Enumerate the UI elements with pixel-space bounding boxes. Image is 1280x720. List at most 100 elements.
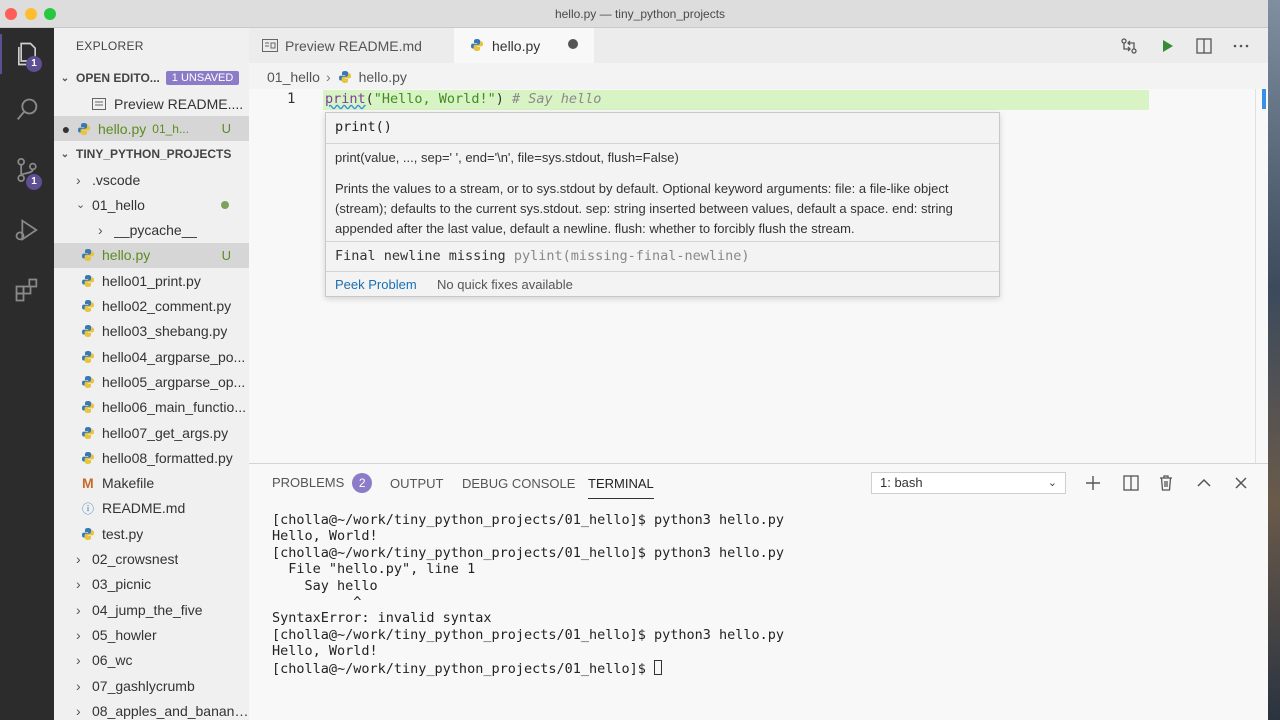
editor-scrollbar[interactable]: [1255, 89, 1256, 463]
tree-folder[interactable]: › 04_jump_the_five: [54, 597, 249, 622]
breadcrumb: 01_hello › hello.py: [267, 69, 407, 85]
chevron-down-icon: ⌄: [60, 72, 70, 84]
python-file-icon: [82, 527, 94, 540]
python-file-icon: [82, 350, 94, 363]
chevron-right-icon: ›: [76, 652, 81, 669]
chevron-down-icon: ⌄: [1047, 477, 1057, 489]
tab-problems[interactable]: PROBLEMS 2: [272, 473, 373, 493]
tab-output[interactable]: OUTPUT: [390, 476, 443, 491]
terminal-line: Say hello: [272, 577, 378, 594]
tree-file[interactable]: test.py: [54, 521, 249, 546]
extensions-icon: [15, 278, 38, 302]
peek-problem-link[interactable]: Peek Problem: [335, 277, 417, 292]
tree-file[interactable]: hello01_print.py: [54, 268, 249, 293]
tree-folder[interactable]: › 03_picnic: [54, 572, 249, 597]
tree-folder[interactable]: ⌄ 01_hello: [54, 192, 249, 217]
tab-label: hello.py: [492, 37, 541, 54]
tree-folder[interactable]: › 08_apples_and_bananas: [54, 698, 249, 720]
breadcrumb-folder[interactable]: 01_hello: [267, 69, 320, 85]
problem-message: Final newline missing pylint(missing-fin…: [335, 248, 750, 264]
chevron-down-icon: ⌄: [76, 199, 86, 212]
tree-folder[interactable]: › 07_gashlycrumb: [54, 673, 249, 698]
debug-icon: [15, 219, 38, 241]
preview-icon: [262, 39, 278, 52]
python-file-icon: [82, 401, 94, 414]
terminal-line: SyntaxError: invalid syntax: [272, 610, 492, 627]
tree-file[interactable]: hello07_get_args.py: [54, 420, 249, 445]
tree-item-label: 06_wc: [92, 652, 133, 669]
hover-signature: print(): [335, 119, 392, 135]
tree-file[interactable]: ⓘ README.md: [54, 496, 249, 521]
new-terminal-icon[interactable]: [1084, 474, 1102, 492]
tab-preview-readme[interactable]: Preview README.md: [249, 28, 454, 63]
tree-file[interactable]: hello04_argparse_po...: [54, 344, 249, 369]
open-editor-item[interactable]: ● hello.py 01_h... U: [54, 116, 249, 141]
trash-icon[interactable]: [1157, 474, 1175, 492]
chevron-up-icon[interactable]: [1195, 474, 1213, 492]
tree-file[interactable]: hello06_main_functio...: [54, 395, 249, 420]
editor-tab-bar: Preview README.md hello.py: [249, 28, 1268, 63]
terminal-line: [cholla@~/work/tiny_python_projects/01_h…: [272, 512, 785, 528]
open-editors-label: OPEN EDITO...: [76, 71, 160, 85]
tab-hello-py[interactable]: hello.py: [454, 28, 594, 63]
tree-item-label: 05_howler: [92, 626, 157, 643]
hover-widget: print() print(value, ..., sep=' ', end='…: [325, 112, 1000, 297]
chevron-right-icon: ›: [98, 222, 103, 239]
terminal-select-value: 1: bash: [880, 475, 923, 490]
terminal-output[interactable]: [cholla@~/work/tiny_python_projects/01_h…: [272, 512, 784, 677]
tree-file[interactable]: M Makefile: [54, 471, 249, 496]
tree-folder[interactable]: › __pycache__: [54, 218, 249, 243]
unsaved-dot-icon[interactable]: ●: [54, 121, 78, 137]
tree-folder[interactable]: › 02_crowsnest: [54, 547, 249, 572]
project-header[interactable]: ⌄ TINY_PYTHON_PROJECTS: [54, 142, 249, 166]
terminal-prompt: [cholla@~/work/tiny_python_projects/01_h…: [272, 660, 655, 677]
unsaved-dot-icon[interactable]: [568, 39, 578, 49]
tree-item-label: Makefile: [102, 475, 155, 492]
extensions-activity-button[interactable]: [0, 266, 54, 314]
tab-terminal[interactable]: TERMINAL: [588, 476, 654, 499]
more-actions-icon[interactable]: [1232, 37, 1250, 55]
untracked-status: U: [221, 121, 231, 136]
tree-folder[interactable]: › .vscode: [54, 167, 249, 192]
terminal-line: File "hello.py", line 1: [272, 561, 476, 578]
run-debug-activity-button[interactable]: [0, 206, 54, 254]
terminal-prompt-line: [cholla@~/work/tiny_python_projects/01_h…: [272, 659, 784, 677]
split-terminal-icon[interactable]: [1122, 474, 1140, 492]
open-changes-icon[interactable]: [1120, 37, 1138, 55]
terminal-line: [cholla@~/work/tiny_python_projects/01_h…: [272, 626, 785, 643]
close-icon[interactable]: [1232, 474, 1250, 492]
tree-folder[interactable]: › 05_howler: [54, 622, 249, 647]
code-line[interactable]: print("Hello, World!") # Say hello: [325, 91, 601, 107]
chevron-right-icon: ›: [76, 626, 81, 643]
tree-item-label: 03_picnic: [92, 576, 152, 593]
tree-file[interactable]: hello.py U: [54, 242, 249, 268]
python-file-icon: [82, 325, 94, 338]
makefile-icon: M: [82, 475, 94, 492]
open-editor-item[interactable]: Preview README....: [54, 91, 249, 116]
tree-file[interactable]: hello05_argparse_op...: [54, 369, 249, 394]
search-activity-button[interactable]: [0, 86, 54, 134]
tree-item-label: .vscode: [92, 171, 141, 188]
title-bar: hello.py — tiny_python_projects: [0, 0, 1280, 28]
open-editors-header[interactable]: ⌄ OPEN EDITO... 1 UNSAVED: [54, 66, 249, 90]
explorer-badge: 1: [26, 56, 42, 72]
run-icon[interactable]: [1158, 37, 1176, 55]
terminal-select[interactable]: 1: bash ⌄: [871, 472, 1066, 494]
info-icon: ⓘ: [82, 501, 95, 516]
tab-debug-console[interactable]: DEBUG CONSOLE: [462, 476, 575, 491]
tree-file[interactable]: hello02_comment.py: [54, 294, 249, 319]
source-control-activity-button[interactable]: 1: [0, 146, 54, 194]
tree-file[interactable]: hello08_formatted.py: [54, 445, 249, 470]
open-editor-label: hello.py: [98, 120, 147, 137]
desktop-background: [1268, 0, 1280, 720]
code-comment: # Say hello: [511, 91, 602, 107]
explorer-sidebar: EXPLORER ⌄ OPEN EDITO... 1 UNSAVED Previ…: [54, 28, 249, 720]
chevron-down-icon: ⌄: [60, 148, 70, 160]
explorer-activity-button[interactable]: 1: [0, 30, 54, 78]
split-editor-icon[interactable]: [1195, 37, 1213, 55]
tree-folder[interactable]: › 06_wc: [54, 648, 249, 673]
terminal-line: ^: [272, 594, 362, 611]
problem-code: pylint(missing-final-newline): [513, 248, 750, 264]
tree-file[interactable]: hello03_shebang.py: [54, 319, 249, 344]
breadcrumb-file[interactable]: hello.py: [359, 69, 407, 85]
